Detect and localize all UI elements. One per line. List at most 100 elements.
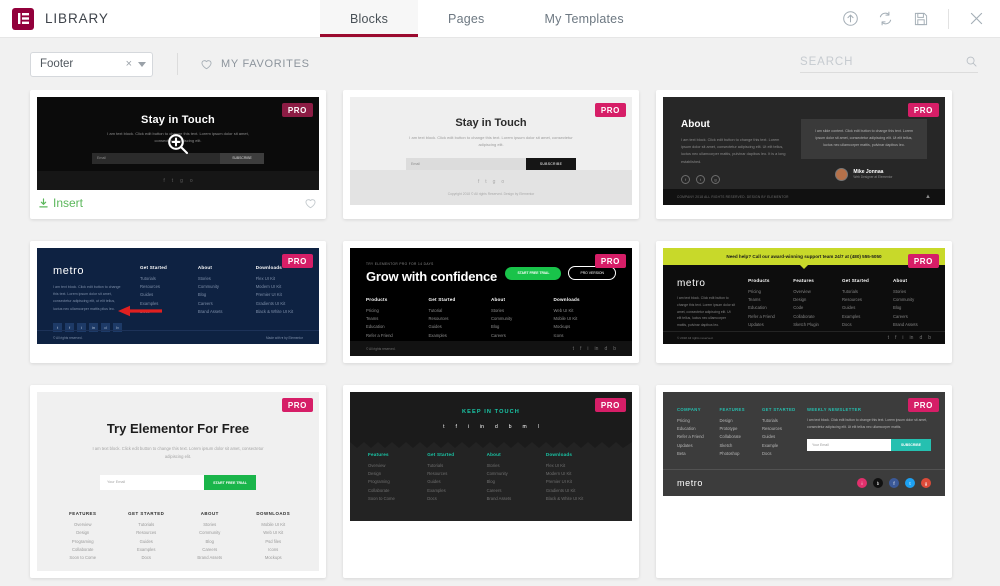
save-icon[interactable]	[911, 9, 930, 28]
template-thumbnail[interactable]: PRO metro I am text block. Click edit bu…	[37, 248, 319, 344]
preview-footer-bar: © 2018 All rights reserved. t f i in d b	[663, 331, 945, 344]
preview-column-item: Resources	[761, 426, 782, 432]
preview-person-role: Web Designer at Elementor	[853, 175, 893, 180]
template-card[interactable]: PRO Try Elementor For Free I am text blo…	[30, 385, 326, 578]
preview-column-title: Get Started	[427, 452, 455, 457]
preview-column-item: Brand Assets	[893, 321, 918, 327]
preview-column-item: Blog	[197, 292, 207, 298]
search-box[interactable]	[800, 55, 978, 73]
template-card[interactable]: PRO Need help? Call our award-winning su…	[656, 241, 952, 363]
template-thumbnail[interactable]: PRO KEEP IN TOUCH t f i in d b m l Features Ove…	[350, 392, 632, 521]
preview-cta-button: START FREE TRIAL	[204, 475, 256, 491]
preview-eyebrow: TRY ELEMENTOR PRO FOR 14 DAYS	[366, 262, 434, 266]
preview-body: I am text block. Click edit button to ch…	[677, 296, 736, 328]
library-toolbar: Footer × MY FAVORITES	[0, 38, 1000, 90]
sync-icon[interactable]	[876, 9, 895, 28]
toolbar-divider	[177, 53, 178, 75]
preview-column-title: Products	[366, 297, 388, 302]
template-thumbnail[interactable]: PRO Stay in Touch I am text block. Click…	[37, 97, 319, 190]
preview-body: I am text block. Click edit button to ch…	[681, 138, 786, 164]
preview-socials: ftg	[681, 174, 787, 184]
preview-column-item: Tutorials	[140, 276, 156, 281]
my-favorites-label: MY FAVORITES	[221, 58, 310, 70]
preview-column-item: Beta	[677, 450, 686, 456]
template-thumbnail[interactable]: PRO TRY ELEMENTOR PRO FOR 14 DAYS Grow w…	[350, 248, 632, 356]
preview-column-item: Careers	[893, 313, 908, 319]
templates-grid[interactable]: PRO Stay in Touch I am text block. Click…	[0, 90, 1000, 586]
zoom-in-icon[interactable]	[37, 97, 319, 190]
preview-heading: Stay in Touch	[455, 117, 527, 129]
template-card[interactable]: PRO metro I am text block. Click edit bu…	[30, 241, 326, 363]
preview-column-item: Blog	[491, 324, 500, 330]
preview-column-item: Docs	[842, 321, 852, 327]
clear-filter-icon[interactable]: ×	[126, 58, 132, 70]
preview-email-input: Your Email	[807, 438, 891, 451]
preview-copyright: © 2018 All rights reserved.	[677, 336, 714, 340]
preview-column-item: Programing	[71, 538, 94, 544]
template-thumbnail[interactable]: PRO Need help? Call our award-winning su…	[663, 248, 945, 344]
template-card[interactable]: PRO About I am text block. Click edit bu…	[656, 90, 952, 219]
annotation-arrow	[118, 305, 162, 317]
preview-column-item: Guides	[139, 538, 153, 544]
template-thumbnail[interactable]: PRO COMPANY Pricing Education Refer a Frie…	[663, 392, 945, 496]
elementor-logo-icon	[12, 7, 34, 30]
preview-email-input: Email	[406, 157, 526, 170]
tab-blocks[interactable]: Blocks	[320, 0, 419, 37]
preview-column-item: Stories	[491, 308, 505, 313]
preview-column-item: Soon to Come	[368, 495, 395, 501]
preview-column-item: Mobile UI Kit	[553, 316, 578, 322]
upload-icon[interactable]	[841, 9, 860, 28]
preview-column-item: Overview	[793, 289, 811, 294]
preview-column-item: Guides	[427, 479, 441, 485]
template-thumbnail[interactable]: PRO About I am text block. Click edit bu…	[663, 97, 945, 205]
preview-column-item: Stories	[893, 289, 907, 294]
preview-column-item: Education	[677, 426, 696, 432]
preview-column-item: Example	[761, 442, 779, 448]
template-card[interactable]: PRO COMPANY Pricing Education Refer a Frie…	[656, 385, 952, 578]
template-card[interactable]: PRO KEEP IN TOUCH t f i in d b m l Features Ove…	[343, 385, 639, 578]
preview-support-banner: Need help? Call our award-winning suppor…	[663, 248, 945, 269]
preview-column-title: Downloads	[553, 297, 580, 302]
preview-socials: ibftg	[857, 478, 931, 488]
preview-column-title: GET STARTED	[128, 511, 165, 517]
preview-column-item: Examples	[427, 487, 446, 493]
template-thumbnail[interactable]: PRO Stay in Touch I am text block. Click…	[350, 97, 632, 205]
template-card[interactable]: PRO Stay in Touch I am text block. Click…	[30, 90, 326, 317]
tab-my-templates[interactable]: My Templates	[514, 0, 653, 37]
preview-column-item: Community	[893, 297, 915, 303]
my-favorites-button[interactable]: MY FAVORITES	[200, 58, 310, 71]
template-card[interactable]: PRO Stay in Touch I am text block. Click…	[343, 90, 639, 219]
preview-column-title: About	[197, 265, 213, 270]
search-input[interactable]	[800, 55, 965, 68]
preview-column-item: Examples	[842, 313, 861, 319]
pro-badge: PRO	[907, 254, 939, 268]
preview-column-title: Features	[793, 278, 815, 283]
close-icon[interactable]	[967, 9, 986, 28]
preview-footer-bar: COMPANY 2018 ALL RIGHTS RESERVED. DESIGN…	[663, 189, 945, 205]
tab-pages[interactable]: Pages	[418, 0, 514, 37]
preview-column-item: Tutorials	[842, 289, 858, 294]
preview-logo: metro	[677, 278, 706, 289]
preview-column-title: DOWNLOADS	[256, 511, 291, 517]
preview-column-title: GET STARTED	[761, 407, 796, 412]
preview-heading: KEEP IN TOUCH	[462, 409, 520, 415]
preview-column-item: Stories	[203, 522, 217, 528]
preview-column-item: Stories	[486, 463, 500, 468]
insert-button[interactable]: Insert	[39, 196, 83, 210]
preview-footer-bar: © All rights reserved. t f i in d b	[350, 341, 632, 356]
preview-column-item: Resources	[842, 297, 863, 303]
favorite-heart-icon[interactable]	[304, 197, 317, 210]
preview-column-item: Resources	[140, 284, 161, 290]
preview-heading: Try Elementor For Free	[106, 421, 250, 436]
preview-column-item: Community	[491, 316, 513, 322]
preview-column-item: Careers	[197, 300, 213, 306]
preview-column-item: Gradients UI Kit	[545, 487, 576, 493]
preview-column-item: Design	[368, 471, 382, 477]
category-filter-select[interactable]: Footer ×	[30, 51, 153, 77]
template-library-modal: LIBRARY Blocks Pages My Templates Footer…	[0, 0, 1000, 586]
page-title: LIBRARY	[45, 11, 109, 26]
template-card[interactable]: PRO TRY ELEMENTOR PRO FOR 14 DAYS Grow w…	[343, 241, 639, 363]
preview-column-title: About	[491, 297, 506, 302]
template-thumbnail[interactable]: PRO Try Elementor For Free I am text blo…	[37, 392, 319, 571]
preview-column-item: Careers	[486, 487, 502, 493]
